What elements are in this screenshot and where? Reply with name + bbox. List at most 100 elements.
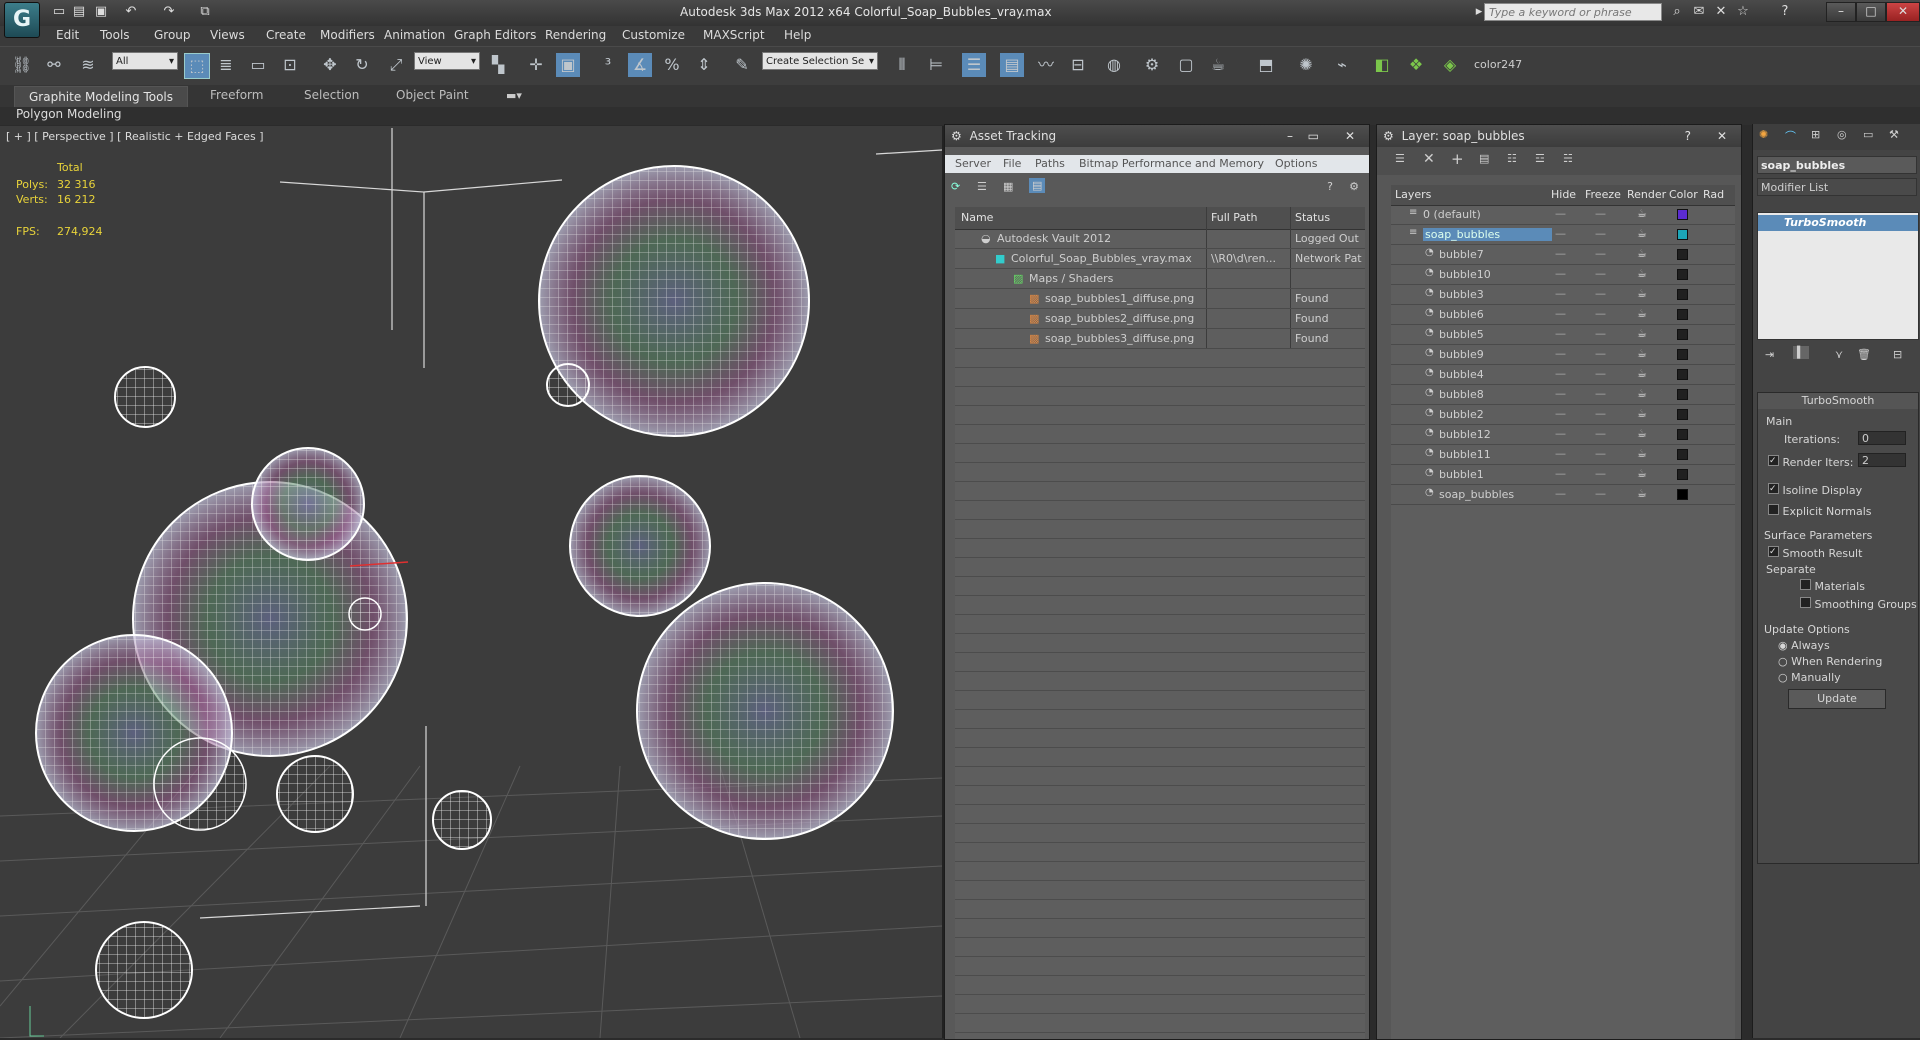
freeze-toggle-icon[interactable]: — <box>1595 227 1606 240</box>
open-file-icon[interactable]: ▤ <box>70 4 88 20</box>
manually-radio[interactable]: ○ <box>1778 671 1788 684</box>
freeze-toggle-icon[interactable]: — <box>1595 387 1606 400</box>
tab-object-paint[interactable]: Object Paint <box>382 88 483 102</box>
unlink-icon[interactable]: ⚯ <box>42 53 66 77</box>
mirror-icon[interactable]: ⫴ <box>890 53 914 77</box>
layer-row[interactable]: bubble10 ◔ — — ☕ <box>1391 265 1735 285</box>
search-input[interactable]: Type a keyword or phrase <box>1484 3 1662 21</box>
tab-graphite-modeling-tools[interactable]: Graphite Modeling Tools <box>14 86 189 108</box>
maximize-button[interactable]: □ <box>1856 2 1886 22</box>
vray-camera-icon[interactable]: ⌁ <box>1330 53 1354 77</box>
asset-row[interactable]: ◒ Autodesk Vault 2012 Logged Out <box>955 229 1365 249</box>
render-toggle-icon[interactable]: ☕ <box>1637 287 1647 300</box>
col-full-path[interactable]: Full Path <box>1211 211 1257 224</box>
ribbon-options-icon[interactable]: ▬▾ <box>506 89 522 102</box>
scale-icon[interactable]: ⤢ <box>384 53 408 77</box>
layer-row[interactable]: bubble12 ◔ — — ☕ <box>1391 425 1735 445</box>
list-view-icon[interactable]: ☰ <box>977 180 987 193</box>
layer-color-swatch[interactable] <box>1677 429 1688 440</box>
keyboard-shortcut-override-icon[interactable]: ▣ <box>556 53 580 77</box>
hide-toggle-icon[interactable]: — <box>1555 287 1566 300</box>
layer-color-swatch[interactable] <box>1677 349 1688 360</box>
asset-menu-server[interactable]: Server <box>955 155 991 173</box>
asset-menu-bitmap-performance[interactable]: Bitmap Performance and Memory <box>1079 155 1264 173</box>
hide-toggle-icon[interactable]: — <box>1555 327 1566 340</box>
render-toggle-icon[interactable]: ☕ <box>1637 387 1647 400</box>
show-end-result-icon[interactable]: ▍ <box>1793 346 1810 359</box>
render-iters-spinner[interactable]: 2 <box>1858 453 1906 467</box>
layer-row[interactable]: bubble4 ◔ — — ☕ <box>1391 365 1735 385</box>
col-status[interactable]: Status <box>1295 211 1330 224</box>
object-name-field[interactable]: soap_bubbles <box>1757 156 1917 174</box>
refresh-icon[interactable]: ⟳ <box>951 180 960 193</box>
layer-color-swatch[interactable] <box>1677 449 1688 460</box>
select-by-name-icon[interactable]: ≣ <box>214 53 238 77</box>
freeze-all-layers-icon[interactable]: ☵ <box>1563 152 1573 165</box>
menu-maxscript[interactable]: MAXScript <box>703 28 765 42</box>
hide-toggle-icon[interactable]: — <box>1555 367 1566 380</box>
project-folder-icon[interactable]: ⧉ <box>196 4 214 20</box>
utilities-tab-icon[interactable]: ⚒ <box>1889 128 1899 141</box>
curve-editor-icon[interactable]: 〰 <box>1034 53 1058 77</box>
favorites-icon[interactable]: ☆ <box>1734 4 1752 20</box>
display-tab-icon[interactable]: ▭ <box>1863 128 1873 141</box>
new-layer-icon[interactable]: ☰ <box>1395 152 1405 165</box>
render-iters-checkbox[interactable] <box>1768 455 1779 466</box>
vray-fur-icon[interactable]: ❖ <box>1404 53 1428 77</box>
when-rendering-radio[interactable]: ○ <box>1778 655 1788 668</box>
select-object-icon[interactable]: ⬚ <box>184 53 210 79</box>
modify-tab-icon[interactable]: ⌒ <box>1785 128 1796 144</box>
asset-menu-paths[interactable]: Paths <box>1035 155 1065 173</box>
always-radio[interactable]: ◉ <box>1778 639 1788 652</box>
layer-help-button[interactable]: ? <box>1685 125 1691 147</box>
vray-lights-icon[interactable]: ✺ <box>1294 53 1318 77</box>
asset-row[interactable]: ▩ soap_bubbles3_diffuse.png Found <box>955 329 1365 349</box>
asset-maximize-button[interactable]: ▭ <box>1308 125 1319 147</box>
explicit-normals-checkbox[interactable] <box>1768 504 1779 515</box>
asset-close-button[interactable]: ✕ <box>1345 125 1355 147</box>
redo-icon[interactable]: ↷ <box>160 4 178 20</box>
layer-titlebar[interactable]: ⚙ Layer: soap_bubbles ? ✕ <box>1377 125 1741 147</box>
tab-selection[interactable]: Selection <box>290 88 373 102</box>
vray-frame-buffer-icon[interactable]: ⬒ <box>1254 53 1278 77</box>
freeze-toggle-icon[interactable]: — <box>1595 467 1606 480</box>
materials-checkbox[interactable] <box>1800 579 1811 590</box>
window-crossing-icon[interactable]: ⊡ <box>278 53 302 77</box>
menu-rendering[interactable]: Rendering <box>545 28 606 42</box>
asset-row[interactable]: ▩ soap_bubbles1_diffuse.png Found <box>955 289 1365 309</box>
asset-settings-icon[interactable]: ⚙ <box>1349 180 1359 193</box>
polygon-modeling-tab[interactable]: Polygon Modeling <box>16 107 122 121</box>
iterations-spinner[interactable]: 0 <box>1858 431 1906 445</box>
isoline-display-checkbox[interactable] <box>1768 483 1779 494</box>
layer-row[interactable]: bubble2 ◔ — — ☕ <box>1391 405 1735 425</box>
layer-color-swatch[interactable] <box>1677 369 1688 380</box>
layer-close-button[interactable]: ✕ <box>1717 125 1727 147</box>
hide-toggle-icon[interactable]: — <box>1555 407 1566 420</box>
detail-view-icon[interactable]: ▤ <box>1029 178 1046 193</box>
viewport-label[interactable]: [ + ] [ Perspective ] [ Realistic + Edge… <box>6 130 264 143</box>
col-freeze[interactable]: Freeze <box>1585 188 1621 201</box>
percent-snap-icon[interactable]: % <box>660 53 684 77</box>
communication-icon[interactable]: ✉ <box>1690 4 1708 20</box>
vray-plane-icon[interactable]: ◈ <box>1438 53 1462 77</box>
layer-color-swatch[interactable] <box>1677 269 1688 280</box>
add-to-layer-icon[interactable]: + <box>1451 150 1464 168</box>
render-toggle-icon[interactable]: ☕ <box>1637 227 1647 240</box>
select-manipulate-icon[interactable]: ✛ <box>524 53 548 77</box>
hide-toggle-icon[interactable]: — <box>1555 467 1566 480</box>
minimize-button[interactable]: – <box>1826 2 1856 22</box>
render-toggle-icon[interactable]: ☕ <box>1637 267 1647 280</box>
save-icon[interactable]: ▣ <box>92 4 110 20</box>
create-tab-icon[interactable]: ✺ <box>1759 128 1768 141</box>
help-icon[interactable]: ? <box>1776 4 1794 20</box>
hide-toggle-icon[interactable]: — <box>1555 447 1566 460</box>
reference-coordinate-dropdown[interactable]: View <box>414 52 480 71</box>
align-icon[interactable]: ⊨ <box>924 53 948 77</box>
render-toggle-icon[interactable]: ☕ <box>1637 247 1647 260</box>
freeze-toggle-icon[interactable]: — <box>1595 307 1606 320</box>
asset-row[interactable]: ▨ Maps / Shaders <box>955 269 1365 289</box>
col-color[interactable]: Color <box>1669 188 1698 201</box>
hide-toggle-icon[interactable]: — <box>1555 387 1566 400</box>
col-layers[interactable]: Layers <box>1395 188 1431 201</box>
asset-menu-options[interactable]: Options <box>1275 155 1317 173</box>
